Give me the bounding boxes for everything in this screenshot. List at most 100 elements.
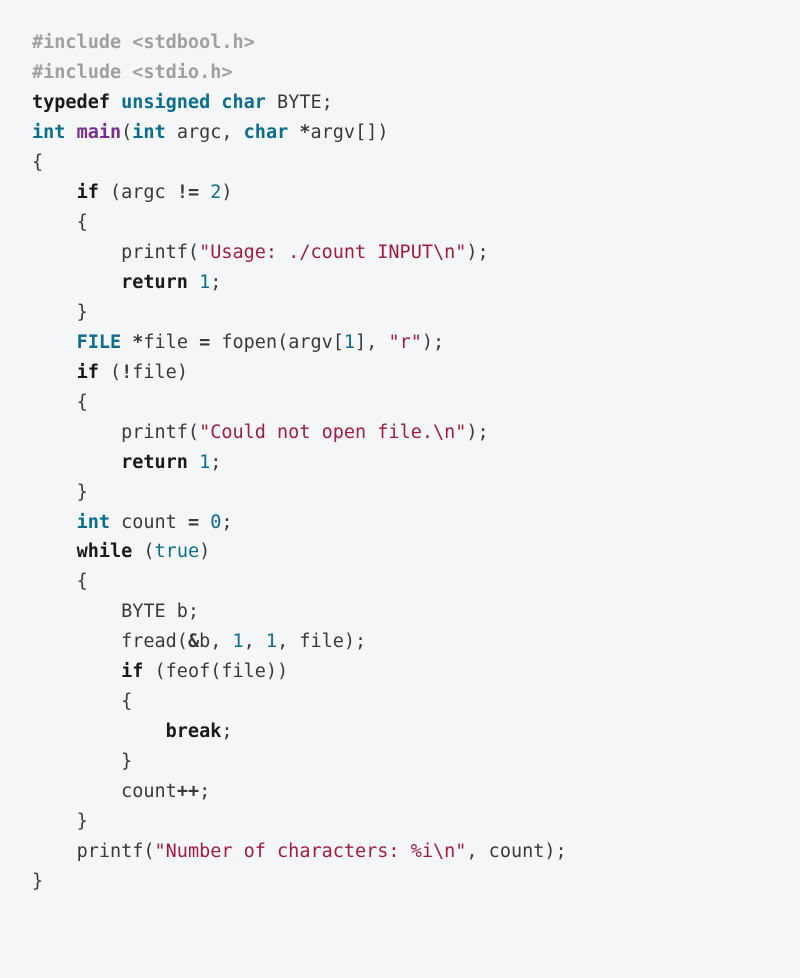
code-line: count++;: [32, 777, 768, 807]
code-token: return: [121, 452, 188, 473]
code-token: &: [188, 631, 199, 652]
code-token: b,: [199, 631, 232, 652]
code-token: printf(: [121, 422, 199, 443]
code-line: }: [32, 867, 768, 897]
code-token: (feof(file)): [143, 661, 288, 682]
code-token: while: [77, 541, 133, 562]
code-line: {: [32, 148, 768, 178]
code-token: char: [221, 92, 266, 113]
code-token: 1: [344, 332, 355, 353]
code-token: }: [32, 871, 43, 892]
code-token: return: [121, 272, 188, 293]
code-token: [188, 452, 199, 473]
code-line: if (!file): [32, 358, 768, 388]
code-token: {: [121, 691, 132, 712]
code-token: *: [299, 122, 310, 143]
code-token: BYTE b;: [121, 601, 199, 622]
code-line: {: [32, 567, 768, 597]
code-token: file): [132, 362, 188, 383]
code-token: [188, 272, 199, 293]
code-token: {: [77, 212, 88, 233]
code-line: if (argc != 2): [32, 178, 768, 208]
code-token: typedef: [32, 92, 110, 113]
code-token: argv: [311, 122, 356, 143]
code-line: {: [32, 208, 768, 238]
code-token: [199, 182, 210, 203]
code-token: );: [466, 422, 488, 443]
code-token: (argc: [99, 182, 177, 203]
code-token: 0: [210, 512, 221, 533]
code-token: 1: [199, 452, 210, 473]
code-token: "Number of characters: %i\n": [155, 841, 467, 862]
code-token: printf(: [77, 841, 155, 862]
code-line: while (true): [32, 537, 768, 567]
code-token: =: [188, 512, 199, 533]
code-token: count: [110, 512, 188, 533]
code-line: }: [32, 298, 768, 328]
code-token: ): [221, 182, 232, 203]
code-line: break;: [32, 717, 768, 747]
code-token: }: [77, 302, 88, 323]
code-token: (: [99, 362, 121, 383]
code-line: if (feof(file)): [32, 657, 768, 687]
code-token: [199, 512, 210, 533]
code-token: 1: [233, 631, 244, 652]
code-line: return 1;: [32, 268, 768, 298]
code-line: #include <stdbool.h>: [32, 28, 768, 58]
code-token: unsigned: [121, 92, 210, 113]
code-line: fread(&b, 1, 1, file);: [32, 627, 768, 657]
code-token: printf(: [121, 242, 199, 263]
code-token: ;: [210, 272, 221, 293]
code-token: !=: [177, 182, 199, 203]
code-token: );: [466, 242, 488, 263]
code-line: {: [32, 687, 768, 717]
code-token: 1: [266, 631, 277, 652]
code-block: #include <stdbool.h>#include <stdio.h>ty…: [32, 28, 768, 897]
code-token: =: [199, 332, 210, 353]
code-token: int: [32, 122, 65, 143]
code-line: int main(int argc, char *argv[]): [32, 118, 768, 148]
code-token: , count);: [466, 841, 566, 862]
code-line: return 1;: [32, 448, 768, 478]
code-token: int: [77, 512, 110, 533]
code-token: , file);: [277, 631, 366, 652]
code-line: }: [32, 478, 768, 508]
code-token: #include <stdbool.h>: [32, 32, 255, 53]
code-line: }: [32, 747, 768, 777]
code-token: fopen(argv[: [210, 332, 344, 353]
code-line: printf("Could not open file.\n");: [32, 418, 768, 448]
code-line: BYTE b;: [32, 597, 768, 627]
code-token: }: [77, 811, 88, 832]
code-token: "r": [388, 332, 421, 353]
code-token: }: [121, 751, 132, 772]
code-line: printf("Usage: ./count INPUT\n");: [32, 238, 768, 268]
code-token: int: [132, 122, 165, 143]
code-line: }: [32, 807, 768, 837]
code-token: file: [143, 332, 199, 353]
code-token: if: [121, 661, 143, 682]
code-token: !: [121, 362, 132, 383]
code-token: if: [77, 182, 99, 203]
code-token: 1: [199, 272, 210, 293]
code-token: char: [244, 122, 289, 143]
code-token: ],: [355, 332, 388, 353]
code-line: printf("Number of characters: %i\n", cou…: [32, 837, 768, 867]
code-token: {: [77, 392, 88, 413]
code-line: FILE *file = fopen(argv[1], "r");: [32, 328, 768, 358]
code-token: "Usage: ./count INPUT\n": [199, 242, 466, 263]
code-token: "Could not open file.\n": [199, 422, 466, 443]
code-line: typedef unsigned char BYTE;: [32, 88, 768, 118]
code-token: );: [422, 332, 444, 353]
code-token: []): [355, 122, 388, 143]
code-token: 2: [210, 182, 221, 203]
code-token: ;: [322, 92, 333, 113]
code-token: ;: [199, 781, 210, 802]
code-token: BYTE: [266, 92, 322, 113]
code-token: [65, 122, 76, 143]
code-token: }: [77, 482, 88, 503]
code-token: argc: [166, 122, 222, 143]
code-token: {: [77, 571, 88, 592]
code-token: if: [77, 362, 99, 383]
code-token: ;: [210, 452, 221, 473]
code-token: fread(: [121, 631, 188, 652]
